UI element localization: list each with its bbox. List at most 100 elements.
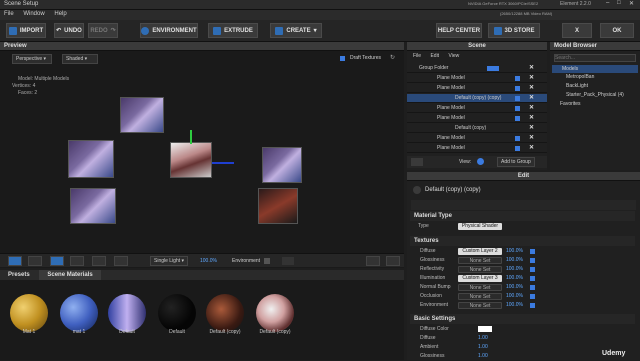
scene-row[interactable]: Plane Model ✕	[407, 144, 547, 153]
scene-row[interactable]: Plane Model ✕	[407, 114, 547, 123]
environment-toggle[interactable]	[264, 258, 270, 264]
browser-item[interactable]: BackLight	[566, 83, 588, 89]
texture-checkbox[interactable]	[530, 258, 535, 263]
plane-model[interactable]	[120, 97, 164, 133]
select-tool-icon[interactable]	[28, 256, 42, 266]
view-icon[interactable]	[477, 158, 484, 165]
texture-value[interactable]: 100.0%	[506, 248, 523, 254]
light-select[interactable]: Single Light ▾	[150, 256, 189, 266]
texture-layer-button[interactable]: Custom Layer 2	[458, 248, 502, 255]
texture-checkbox[interactable]	[530, 303, 535, 308]
close-icon[interactable]: ✕	[629, 0, 634, 7]
texture-layer-button[interactable]: None Set	[458, 284, 502, 291]
menu-file[interactable]: File	[0, 10, 18, 18]
texture-value[interactable]: 100.0%	[506, 266, 523, 272]
scene-row-group[interactable]: Group Folder ✕	[407, 64, 547, 73]
scene-menu-file[interactable]: File	[409, 52, 425, 60]
browser-item[interactable]: Starter_Pack_Physical (4)	[566, 92, 624, 98]
material-ball[interactable]	[206, 294, 244, 332]
create-button[interactable]: CREATE ▾	[270, 23, 322, 38]
basic-setting-value[interactable]: 1.00	[478, 344, 488, 350]
basic-setting-value[interactable]: 1.00	[478, 335, 488, 341]
minimize-icon[interactable]: –	[606, 0, 609, 6]
scene-row[interactable]: Plane Model ✕	[407, 84, 547, 93]
material-name[interactable]: Default (copy) (copy)	[425, 187, 481, 193]
scene-row[interactable]: Plane Model ✕	[407, 104, 547, 113]
scene-edit-icon[interactable]	[411, 158, 423, 166]
move-tool-icon[interactable]	[50, 256, 64, 266]
texture-value[interactable]: 100.0%	[506, 275, 523, 281]
shading-select[interactable]: Shaded ▾	[62, 54, 98, 64]
gizmo-x-axis[interactable]	[212, 162, 234, 164]
crop-tool-icon[interactable]	[114, 256, 128, 266]
camera-select[interactable]: Perspective ▾	[12, 54, 52, 64]
texture-checkbox[interactable]	[530, 267, 535, 272]
import-button[interactable]: IMPORT	[6, 23, 46, 38]
material-ball[interactable]	[158, 294, 196, 332]
texture-layer-button[interactable]: None Set	[458, 293, 502, 300]
material-type-section[interactable]: Material Type	[410, 211, 635, 221]
maximize-icon[interactable]: □	[617, 0, 621, 6]
camera-tool-icon[interactable]	[8, 256, 22, 266]
3d-store-button[interactable]: 3D STORE	[488, 23, 540, 38]
texture-layer-button[interactable]: None Set	[458, 257, 502, 264]
undo-button[interactable]: ↶ UNDO	[54, 23, 84, 38]
draft-textures-checkbox[interactable]	[340, 56, 345, 61]
help-center-button[interactable]: HELP CENTER	[436, 23, 482, 38]
texture-value[interactable]: 100.0%	[506, 284, 523, 290]
plane-model[interactable]	[68, 140, 114, 178]
plane-model[interactable]	[258, 188, 298, 224]
plane-model[interactable]	[262, 147, 302, 183]
texture-layer-button[interactable]: Custom Layer 3	[458, 275, 502, 282]
redo-button[interactable]: REDO ↷	[88, 23, 118, 38]
basic-settings-section[interactable]: Basic Settings	[410, 314, 635, 324]
texture-checkbox[interactable]	[530, 276, 535, 281]
texture-layer-button[interactable]: None Set	[458, 302, 502, 309]
scene-row[interactable]: Plane Model ✕	[407, 74, 547, 83]
textures-section[interactable]: Textures	[410, 236, 635, 246]
light-value[interactable]: 100.0%	[200, 258, 217, 264]
fullscreen-icon[interactable]	[386, 256, 400, 266]
add-to-group-button[interactable]: Add to Group	[497, 157, 535, 167]
basic-setting-value[interactable]: 1.00	[478, 353, 488, 359]
scene-row[interactable]: Plane Model ✕	[407, 134, 547, 143]
browser-item-models[interactable]: Models	[552, 65, 638, 73]
tab-presets[interactable]: Presets	[0, 270, 38, 280]
texture-value[interactable]: 100.0%	[506, 302, 523, 308]
tab-scene-materials[interactable]: Scene Materials	[39, 270, 101, 280]
plane-model-selected[interactable]	[170, 142, 212, 178]
browser-item[interactable]: MetropolBan	[566, 74, 594, 80]
menu-window[interactable]: Window	[19, 10, 48, 18]
plane-model[interactable]	[70, 188, 116, 224]
texture-layer-button[interactable]: None Set	[458, 266, 502, 273]
scale-tool-icon[interactable]	[92, 256, 106, 266]
extrude-button[interactable]: EXTRUDE	[208, 23, 258, 38]
scene-row[interactable]: Default (copy) ✕	[407, 124, 547, 133]
texture-checkbox[interactable]	[530, 285, 535, 290]
texture-value[interactable]: 100.0%	[506, 293, 523, 299]
scene-row-selected[interactable]: Default (copy) (copy) ✕	[407, 94, 547, 103]
environment-button[interactable]: ENVIRONMENT	[140, 23, 198, 38]
material-ball[interactable]	[256, 294, 294, 332]
diffuse-color-swatch[interactable]	[478, 326, 492, 332]
frame-icon[interactable]	[366, 256, 380, 266]
environment-swatch[interactable]	[282, 257, 294, 265]
material-ball[interactable]	[10, 294, 48, 332]
cancel-button[interactable]: X	[562, 23, 592, 38]
rotate-tool-icon[interactable]	[70, 256, 84, 266]
texture-checkbox[interactable]	[530, 294, 535, 299]
material-ball[interactable]	[60, 294, 98, 332]
texture-checkbox[interactable]	[530, 249, 535, 254]
refresh-icon[interactable]: ↻	[390, 54, 395, 61]
scene-menu-edit[interactable]: Edit	[426, 52, 443, 60]
material-ball[interactable]	[108, 294, 146, 332]
browser-item-favorites[interactable]: Favorites	[560, 101, 581, 107]
menu-help[interactable]: Help	[50, 10, 70, 18]
gizmo-y-axis[interactable]	[190, 130, 192, 144]
ok-button[interactable]: OK	[600, 23, 634, 38]
model-search-input[interactable]	[554, 54, 636, 62]
scene-menu-view[interactable]: View	[444, 52, 463, 60]
redo-icon: ↷	[110, 28, 116, 34]
type-select[interactable]: Physical Shader	[458, 223, 502, 230]
texture-value[interactable]: 100.0%	[506, 257, 523, 263]
